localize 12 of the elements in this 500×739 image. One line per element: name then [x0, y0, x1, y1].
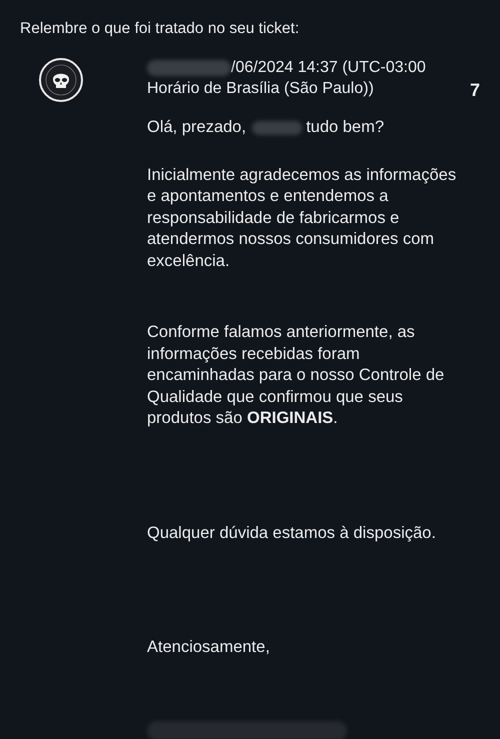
- message-paragraph: Conforme falamos anteriormente, as informações recebidas foram encaminhadas para o nosso Controle de Qualidade que confirmou que seus produtos são ORIGINAIS.: [147, 322, 446, 429]
- greeting-text: tudo bem?: [306, 117, 384, 138]
- message-count: 7: [470, 80, 480, 101]
- message-date: /06/2024 14:37 (UTC-03:00: [231, 58, 426, 78]
- message-paragraph: Atenciosamente,: [147, 637, 271, 658]
- greeting-text: Olá, prezado,: [147, 117, 246, 138]
- redaction-blur: [252, 120, 302, 135]
- message-timezone: Horário de Brasília (São Paulo)): [147, 79, 374, 99]
- message-paragraph: Qualquer dúvida estamos à disposição.: [147, 522, 437, 544]
- message-paragraph: Inicialmente agradecemos as informações e apontamentos e entendemos a responsabilidade de fabricarmos e atendermos nossos consumidores com excelência.: [147, 164, 458, 272]
- ticket-heading: Relembre o que foi tratado no seu ticket:: [19, 19, 300, 39]
- skull-logo-icon: [39, 58, 83, 102]
